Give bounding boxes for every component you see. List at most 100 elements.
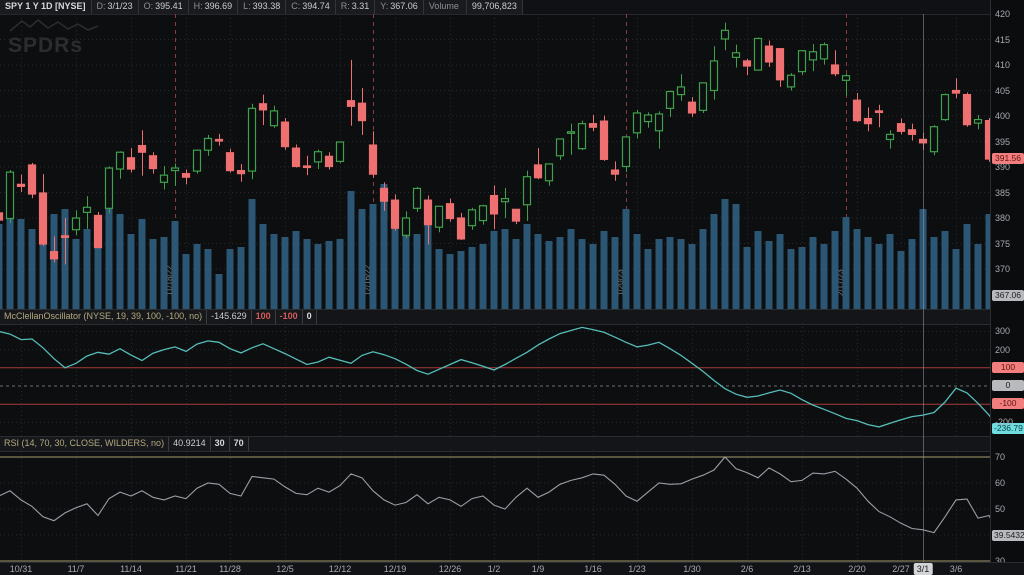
volume-bar — [831, 231, 839, 309]
candle-body — [456, 217, 466, 240]
volume-bar — [226, 249, 234, 309]
candle-body — [511, 208, 521, 222]
volume-bar — [512, 239, 520, 309]
candle-body — [885, 133, 895, 141]
volume-value: 99,706,823 — [466, 0, 523, 14]
indicator-param[interactable]: 30 — [209, 437, 230, 451]
oscillator-level-badge: 0 — [992, 380, 1024, 391]
indicator-param[interactable]: 0 — [301, 310, 317, 324]
volume-bar — [842, 217, 850, 309]
candle-body — [192, 149, 202, 172]
oscillator-panel[interactable] — [0, 323, 990, 436]
rsi-title[interactable]: RSI (14, 70, 30, CLOSE, WILDERS, no) — [0, 437, 170, 451]
indicator-param[interactable]: 70 — [228, 437, 249, 451]
oscillator-axis-label: 200 — [995, 344, 1011, 355]
volume-bar — [820, 244, 828, 309]
candle-body — [764, 45, 774, 63]
volume-bar — [17, 219, 25, 309]
oscillator-axis-label: 300 — [995, 326, 1011, 337]
volume-bar — [963, 224, 971, 309]
volume-bar — [325, 241, 333, 309]
volume-bar — [314, 244, 322, 309]
candle-body — [544, 163, 554, 182]
candle-body — [555, 138, 565, 157]
candle-body — [445, 203, 455, 220]
candle-body — [126, 157, 136, 170]
volume-bar — [644, 249, 652, 309]
volume-bar — [732, 204, 740, 309]
time-axis-label: 11/7 — [67, 564, 85, 574]
volume-bar — [589, 244, 597, 309]
time-axis-label: 12/26 — [438, 564, 462, 574]
candle-body — [896, 123, 906, 132]
volume-bar — [160, 237, 168, 309]
crosshair-date-badge: 3/1 — [913, 563, 933, 575]
grid — [21, 450, 957, 562]
oscillator-value: -145.629 — [206, 310, 252, 324]
ohlc-field: L: 393.38 — [238, 0, 287, 14]
price-axis-label: 400 — [995, 111, 1011, 121]
indicator-param[interactable]: -100 — [274, 310, 303, 324]
volume-bar — [941, 231, 949, 309]
volume-bar — [6, 214, 14, 309]
volume-bar — [754, 231, 762, 309]
rsi-axis-label: 70 — [995, 452, 1006, 462]
price-chart-panel[interactable]: 11/18/22 12/16/22 1/20/23 2/17/23 — [0, 14, 990, 309]
candle-body — [269, 110, 279, 127]
volume-bar — [776, 234, 784, 309]
candle-body — [390, 199, 400, 229]
volume-bar — [0, 224, 3, 309]
indicator-param[interactable]: 100 — [250, 310, 276, 324]
candle-body — [423, 199, 433, 226]
candle-body — [214, 138, 224, 142]
time-axis-label: 11/14 — [120, 564, 142, 574]
ohlc-field: D: 3/1/23 — [91, 0, 139, 14]
oscillator-line — [0, 326, 990, 428]
candle-body — [907, 129, 917, 135]
oscillator-title[interactable]: McClellanOscillator (NYSE, 19, 39, 100, … — [0, 310, 208, 324]
candle-body — [412, 187, 422, 209]
volume-bar — [710, 214, 718, 309]
candle-body — [346, 100, 356, 107]
ohlc-field: H: 396.69 — [188, 0, 239, 14]
volume-bar — [567, 229, 575, 309]
volume-bar — [897, 251, 905, 309]
volume-bar — [534, 234, 542, 309]
price-axis-label: 395 — [995, 136, 1011, 147]
volume-bar — [270, 234, 278, 309]
time-axis[interactable]: 3/1 10/31 11/7 11/14 11/21 11/28 12/5 12/12 12/… — [0, 562, 1024, 575]
time-axis-label: 12/5 — [276, 564, 294, 574]
volume-bar — [688, 244, 696, 309]
price-axis-label: 405 — [995, 85, 1011, 96]
volume-bar — [28, 229, 36, 309]
candle-body — [203, 137, 213, 151]
volume-bar — [655, 239, 663, 309]
price-axis-column[interactable]: 391.56 367.06 -236.79 39.5432 420 415 410 4… — [990, 0, 1024, 566]
time-axis-label: 10/31 — [9, 564, 33, 574]
chart-application: SPY 1 Y 1D [NYSE] D: 3/1/23 O: 395.41 H: 396.… — [0, 0, 1024, 575]
symbol-info[interactable]: SPY 1 Y 1D [NYSE] — [0, 0, 92, 14]
candle-body — [522, 176, 532, 206]
candle-body — [324, 155, 334, 168]
price-axis-label: 415 — [995, 34, 1011, 45]
oscillator-level-badge: -100 — [992, 398, 1024, 410]
volume-bar — [446, 254, 454, 309]
time-axis-label: 1/9 — [531, 564, 545, 574]
rsi-panel[interactable] — [0, 450, 990, 562]
candle-body — [467, 209, 477, 227]
candle-body — [82, 206, 92, 213]
candle-body — [665, 90, 675, 109]
candle-body — [357, 102, 367, 122]
candle-body — [566, 131, 576, 134]
volume-bar — [886, 234, 894, 309]
volume-bar — [413, 234, 421, 309]
volume-bar — [677, 239, 685, 309]
volume-bar — [193, 244, 201, 309]
volume-bar — [622, 209, 630, 309]
volume-bar — [699, 229, 707, 309]
volume-bar — [215, 274, 223, 309]
candle-body — [71, 217, 81, 231]
candle-body — [676, 86, 686, 96]
candle-body — [16, 183, 26, 187]
candle-body — [599, 120, 609, 160]
